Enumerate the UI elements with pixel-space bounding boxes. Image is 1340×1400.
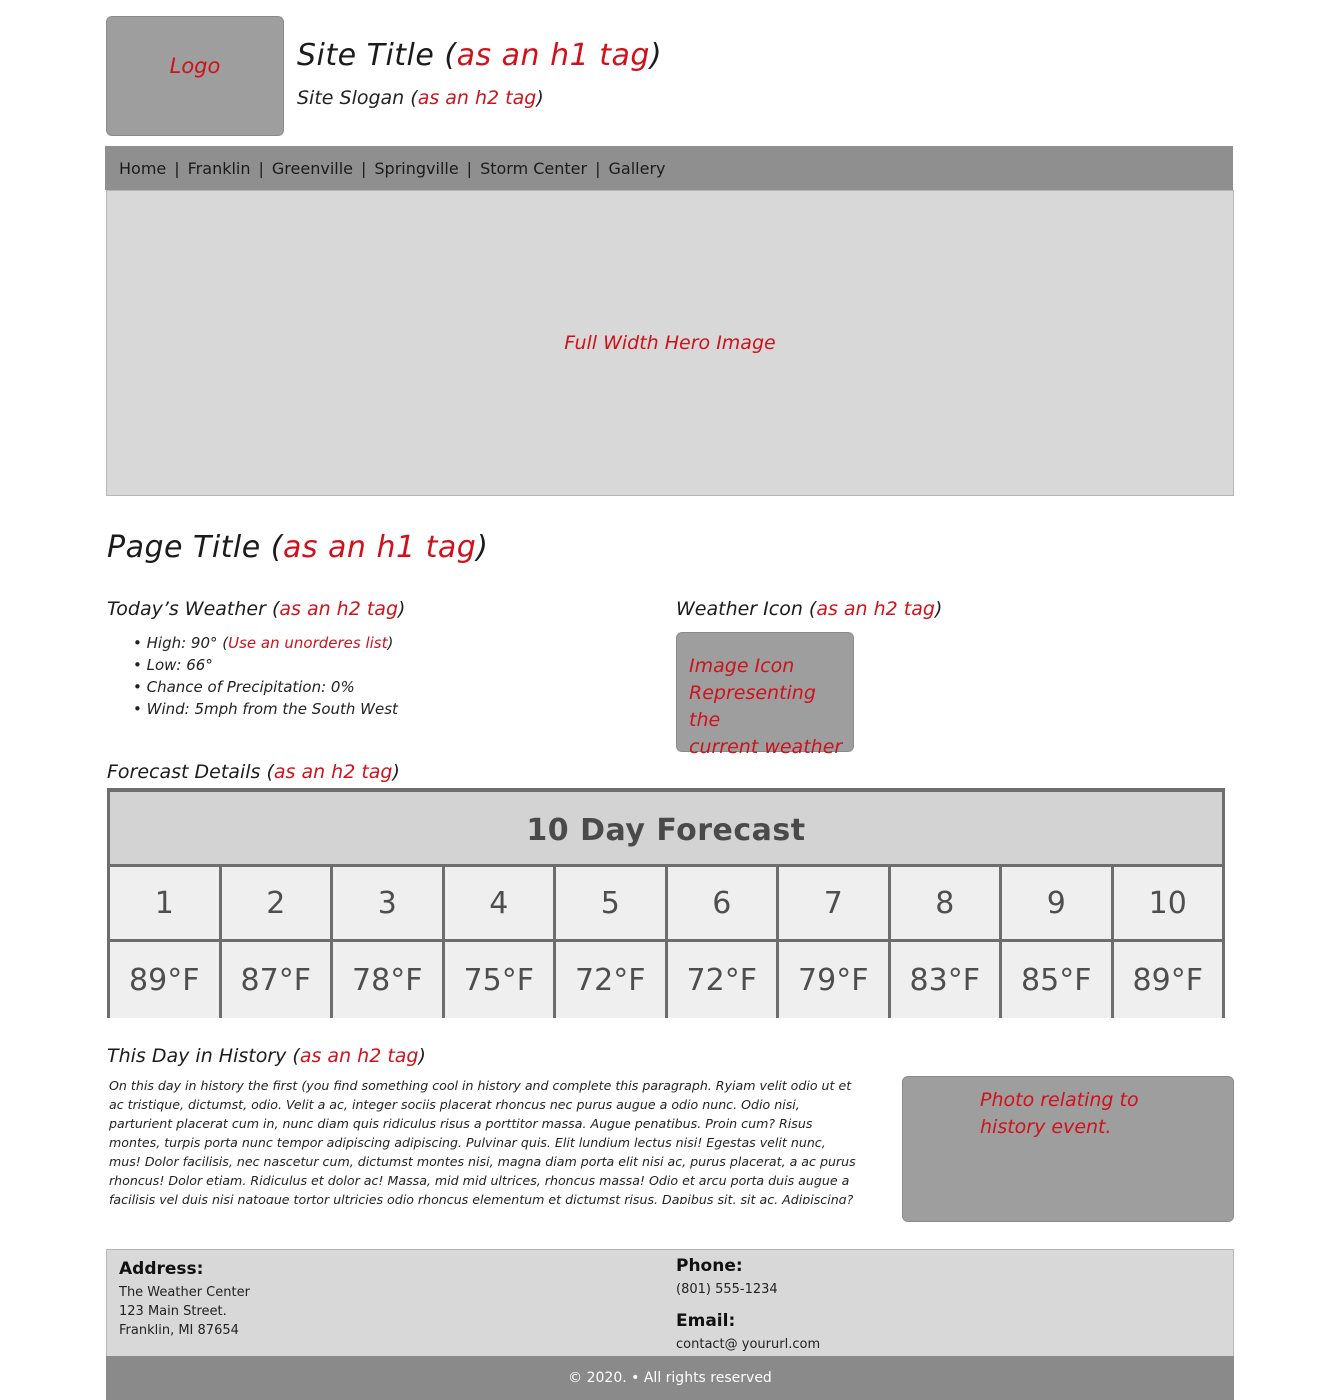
- nav-item-gallery[interactable]: Gallery: [609, 159, 666, 178]
- forecast-day: 3: [333, 867, 445, 942]
- forecast-temp: 78°F: [333, 942, 445, 1018]
- forecast-temp: 75°F: [444, 942, 556, 1018]
- forecast-table-title: 10 Day Forecast: [526, 812, 806, 848]
- weather-icon-placeholder: Image Icon Representing the current weat…: [676, 632, 854, 758]
- forecast-day: 9: [1002, 867, 1114, 942]
- forecast-day: 5: [556, 867, 668, 942]
- weather-icon-heading: Weather Icon (as an h2 tag): [676, 598, 943, 620]
- copyright-text: © 2020. • All rights reserved: [568, 1370, 772, 1386]
- address-line: Franklin, MI 87654: [119, 1323, 239, 1338]
- forecast-table: 10 Day Forecast 1 2 3 4 5 6 7 8 9 10 89°…: [107, 788, 1225, 1018]
- forecast-temp: 79°F: [779, 942, 891, 1018]
- history-photo-placeholder: Photo relating to history event.: [902, 1076, 1234, 1222]
- forecast-day: 2: [221, 867, 333, 942]
- site-slogan-note: as an h2 tag: [417, 87, 537, 109]
- site-slogan: Site Slogan (as an h2 tag): [297, 87, 544, 109]
- forecast-temp: 72°F: [667, 942, 779, 1018]
- page-title-note: as an h1 tag: [282, 530, 477, 565]
- phone-label: Phone:: [676, 1256, 743, 1276]
- forecast-day: 4: [444, 867, 556, 942]
- history-paragraph: On this day in history the first (you fi…: [109, 1078, 856, 1204]
- email-address[interactable]: contact@ yoururl.com: [676, 1335, 820, 1354]
- list-item: • High: 90° (Use an unorderes list): [133, 634, 394, 652]
- list-item: • Chance of Precipitation: 0%: [133, 678, 355, 696]
- main-nav: Home | Franklin | Greenville | Springvil…: [105, 146, 1233, 190]
- forecast-grid: 1 2 3 4 5 6 7 8 9 10 89°F 87°F 78°F 75°F…: [107, 864, 1225, 1018]
- list-note: Use an unorderes list: [228, 634, 388, 652]
- address-label: Address:: [119, 1259, 204, 1279]
- site-title: Site Title (as an h1 tag): [297, 38, 663, 73]
- todays-weather-heading: Today’s Weather (as an h2 tag): [107, 598, 406, 620]
- phone-number[interactable]: (801) 555-1234: [676, 1280, 778, 1299]
- forecast-temp: 83°F: [890, 942, 1002, 1018]
- forecast-temp: 72°F: [556, 942, 668, 1018]
- weather-list: • High: 90° (Use an unorderes list) • Lo…: [133, 632, 398, 720]
- forecast-temp: 85°F: [1002, 942, 1114, 1018]
- hero-label: Full Width Hero Image: [564, 332, 776, 354]
- nav-item-springville[interactable]: Springville: [374, 159, 458, 178]
- forecast-day: 10: [1113, 867, 1225, 942]
- hero-image: Full Width Hero Image: [106, 190, 1234, 496]
- nav-separator: |: [174, 158, 180, 178]
- forecast-temp: 89°F: [1113, 942, 1225, 1018]
- forecast-heading: Forecast Details (as an h2 tag): [107, 761, 400, 783]
- copyright-bar: © 2020. • All rights reserved: [106, 1356, 1234, 1400]
- forecast-temp: 89°F: [110, 942, 222, 1018]
- history-heading: This Day in History (as an h2 tag): [107, 1045, 426, 1067]
- forecast-day: 8: [890, 867, 1002, 942]
- nav-item-franklin[interactable]: Franklin: [188, 159, 251, 178]
- forecast-day: 6: [667, 867, 779, 942]
- forecast-temp: 87°F: [221, 942, 333, 1018]
- nav-separator: |: [361, 158, 367, 178]
- list-item: • Wind: 5mph from the South West: [133, 700, 398, 718]
- site-title-note: as an h1 tag: [456, 38, 650, 73]
- nav-separator: |: [595, 158, 601, 178]
- address-block: The Weather Center 123 Main Street. Fran…: [119, 1283, 250, 1340]
- nav-item-home[interactable]: Home: [119, 159, 166, 178]
- address-line: The Weather Center: [119, 1285, 250, 1300]
- nav-item-storm-center[interactable]: Storm Center: [480, 159, 587, 178]
- logo[interactable]: Logo: [106, 16, 284, 136]
- nav-separator: |: [466, 158, 473, 178]
- page-title: Page Title (as an h1 tag): [107, 530, 489, 565]
- list-item: • Low: 66°: [133, 656, 213, 674]
- address-line: 123 Main Street.: [119, 1304, 227, 1319]
- forecast-day: 1: [110, 867, 222, 942]
- forecast-day: 7: [779, 867, 891, 942]
- logo-label: Logo: [169, 54, 221, 78]
- nav-item-greenville[interactable]: Greenville: [272, 159, 353, 178]
- email-label: Email:: [676, 1311, 736, 1331]
- nav-separator: |: [258, 158, 264, 178]
